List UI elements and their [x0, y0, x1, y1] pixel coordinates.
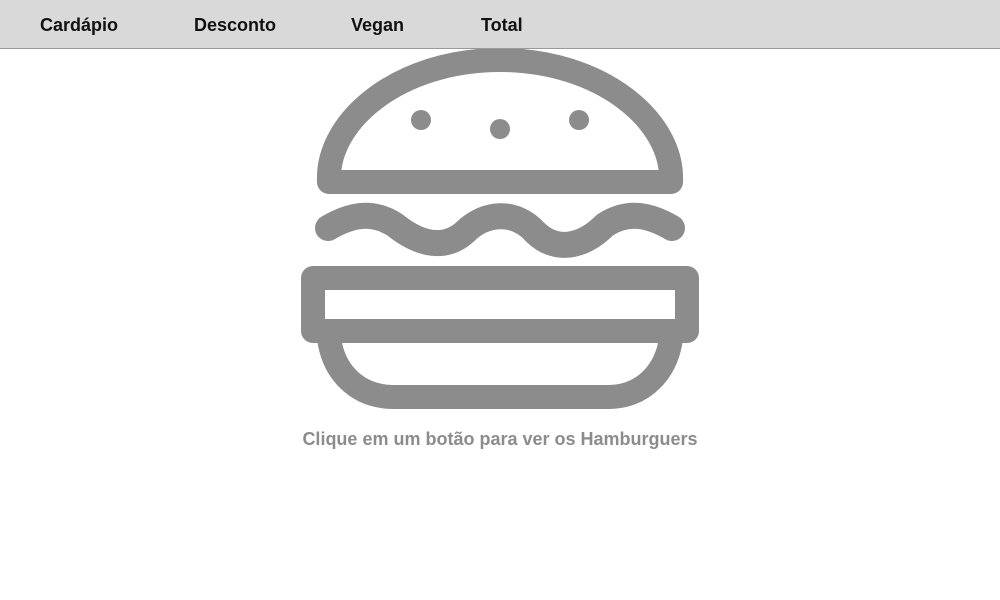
hamburger-icon: [301, 49, 699, 409]
nav-button-vegan[interactable]: Vegan: [351, 0, 404, 49]
nav-button-desconto[interactable]: Desconto: [194, 0, 276, 49]
top-navbar: Cardápio Desconto Vegan Total: [0, 0, 1000, 49]
main-content: Clique em um botão para ver os Hamburgue…: [0, 49, 1000, 600]
nav-button-total[interactable]: Total: [481, 0, 523, 49]
nav-button-cardapio[interactable]: Cardápio: [40, 0, 118, 49]
empty-state-hint: Clique em um botão para ver os Hamburgue…: [302, 429, 698, 449]
